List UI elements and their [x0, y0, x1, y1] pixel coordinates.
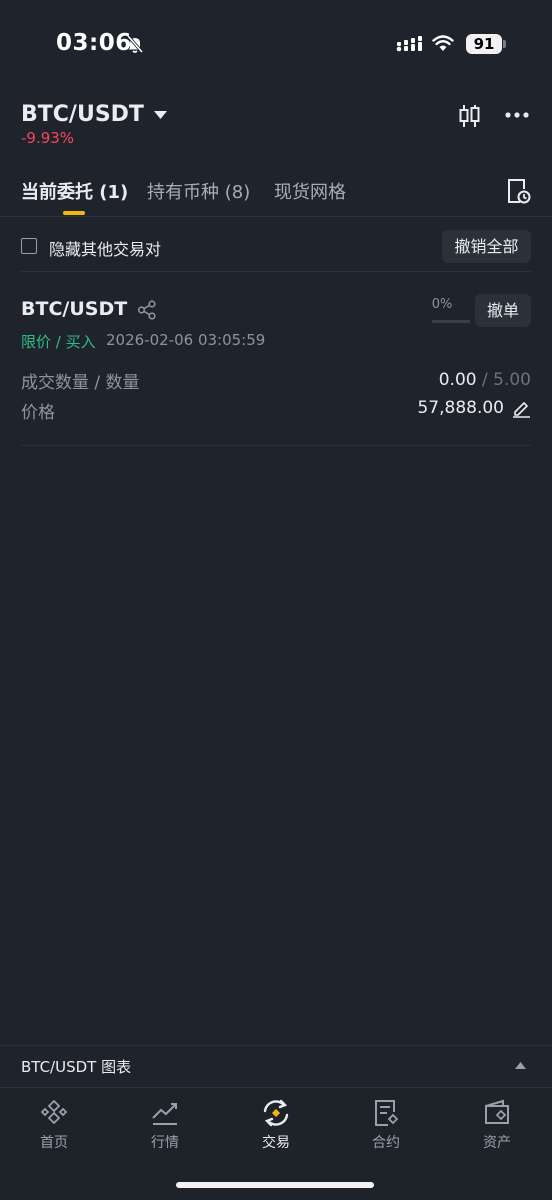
order-type: 限价 / 买入 — [21, 333, 96, 351]
tabs-divider — [0, 216, 552, 217]
quantity-value: 0.00 / 5.00 — [439, 370, 531, 390]
quantity-separator: / — [476, 370, 494, 390]
edit-pencil-icon[interactable] — [512, 399, 531, 418]
tab-open-orders[interactable]: 当前委托 (1) — [21, 178, 128, 204]
futures-contract-icon — [375, 1100, 399, 1126]
price-label: 价格 — [21, 403, 55, 423]
nav-trade[interactable]: 交易 — [236, 1098, 316, 1152]
nav-home[interactable]: 首页 — [14, 1098, 94, 1152]
status-bar: 03:06 91 — [0, 0, 552, 90]
cancel-all-button[interactable]: 撤销全部 — [442, 230, 531, 263]
cellular-signal-icon — [396, 36, 422, 52]
price-value-row: 57,888.00 — [417, 398, 531, 418]
nav-markets-label: 行情 — [151, 1135, 179, 1151]
cancel-order-button[interactable]: 撤单 — [475, 294, 531, 327]
nav-futures[interactable]: 合约 — [346, 1098, 426, 1152]
wifi-icon — [432, 35, 454, 51]
fill-progress-bar — [432, 320, 470, 323]
nav-home-label: 首页 — [40, 1135, 68, 1151]
quantity-label: 成交数量 / 数量 — [21, 373, 140, 393]
nav-trade-label: 交易 — [262, 1135, 290, 1151]
pair-header[interactable]: BTC/USDT -9.93% — [21, 102, 167, 147]
order-amount: 5.00 — [493, 370, 531, 390]
trade-exchange-icon — [263, 1099, 289, 1127]
filter-row: 隐藏其他交易对 撤销全部 — [21, 230, 531, 264]
battery-tip — [503, 40, 506, 48]
home-indicator — [176, 1182, 374, 1188]
nav-futures-label: 合约 — [372, 1135, 400, 1151]
nav-assets[interactable]: 资产 — [457, 1098, 537, 1152]
fill-percent-label: 0% — [431, 297, 453, 312]
price-value: 57,888.00 — [417, 398, 504, 418]
caret-down-icon — [153, 110, 167, 119]
share-icon[interactable] — [137, 300, 157, 320]
home-logo-icon — [40, 1099, 68, 1125]
candlestick-chart-icon[interactable] — [459, 104, 481, 128]
filter-divider — [21, 271, 531, 272]
bell-muted-icon — [126, 34, 144, 54]
battery-indicator: 91 — [466, 34, 502, 54]
order-tabs: 当前委托 (1) 持有币种 (8) 现货网格 — [21, 178, 552, 216]
order-pair: BTC/USDT — [21, 298, 128, 320]
markets-trend-icon — [152, 1103, 177, 1125]
tab-holdings[interactable]: 持有币种 (8) — [147, 178, 250, 204]
pair-selector[interactable]: BTC/USDT — [21, 102, 167, 127]
order-history-icon[interactable] — [507, 178, 531, 204]
hide-other-pairs-label[interactable]: 隐藏其他交易对 — [49, 236, 161, 260]
more-options-icon[interactable] — [505, 111, 529, 119]
wallet-icon — [485, 1099, 509, 1124]
order-divider — [21, 445, 531, 446]
price-change: -9.93% — [21, 129, 75, 147]
tab-spot-grid[interactable]: 现货网格 — [274, 178, 346, 204]
nav-markets[interactable]: 行情 — [125, 1098, 205, 1152]
filled-amount: 0.00 — [438, 370, 477, 390]
nav-assets-label: 资产 — [483, 1135, 511, 1151]
pair-name: BTC/USDT — [21, 102, 144, 127]
status-time: 03:06 — [56, 30, 132, 56]
chart-toggle-bar[interactable]: BTC/USDT 图表 — [0, 1045, 552, 1087]
active-tab-indicator — [63, 211, 85, 215]
order-time: 2026-02-06 03:05:59 — [106, 331, 266, 349]
open-order-card: BTC/USDT 0% 撤单 限价 / 买入 2026-02-06 03:05:… — [21, 292, 531, 442]
hide-other-pairs-checkbox[interactable] — [21, 238, 37, 254]
chart-bar-label: BTC/USDT 图表 — [21, 1058, 132, 1076]
caret-up-icon[interactable] — [515, 1062, 526, 1069]
